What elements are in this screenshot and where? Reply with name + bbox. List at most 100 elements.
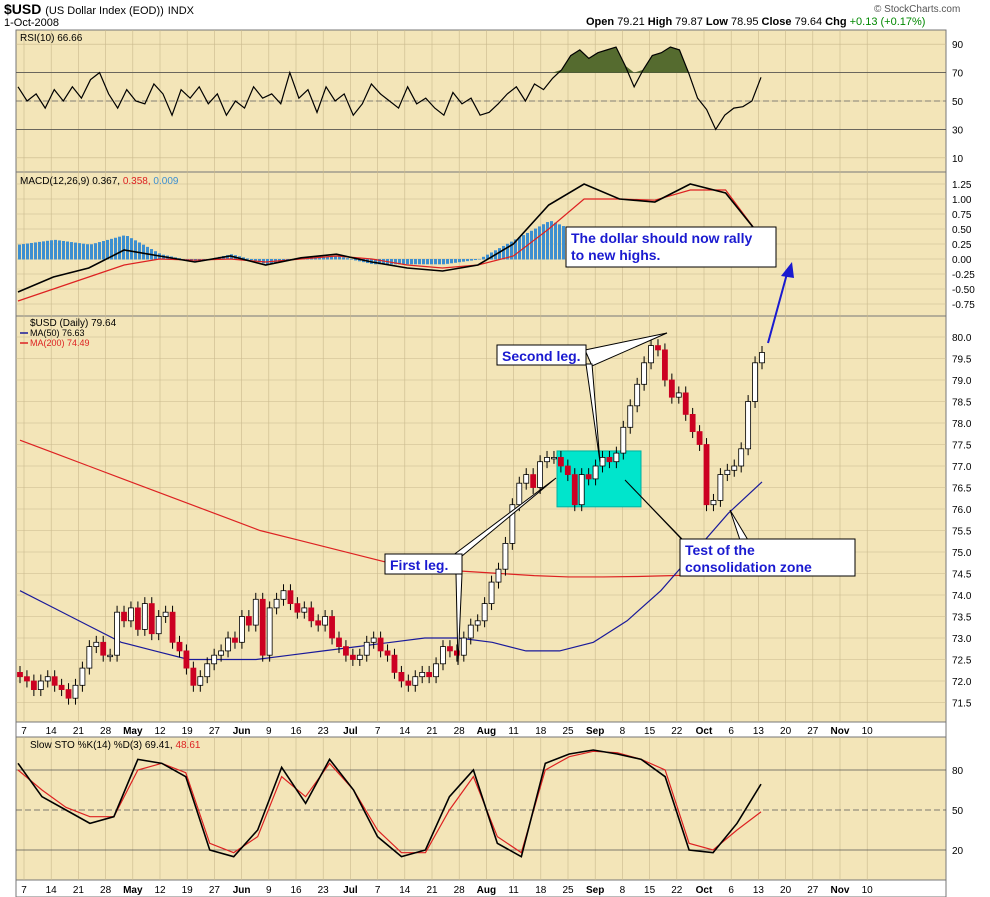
x-tick-label: 19 [182,726,194,737]
x-tick-label: Jul [343,885,358,896]
x-tick-label: 14 [399,726,411,737]
price-candle [578,474,585,506]
test-zone-text: Test of the [685,542,755,558]
price-candle [93,641,100,647]
price-candle [696,431,703,445]
macd-hist-bar [350,259,353,260]
x-tick-label: 15 [644,885,656,896]
macd-tick: -0.25 [952,270,975,281]
macd-hist-bar [78,243,81,260]
price-candle [24,676,30,682]
panel-price [15,315,947,723]
price-tick: 79.5 [952,355,972,366]
price-candle [183,650,190,669]
price-candle [745,401,752,450]
price-candle [467,624,474,639]
x-tick-label: 15 [644,726,656,737]
price-tick: 74.0 [952,591,972,602]
price-candle [474,620,481,626]
chart-svg: 7 7 14 14 21 21 28 28 May May 12 12 19 19 27 27 Jun Jun 9 9… [15,29,975,897]
macd-hist-bar [478,258,481,260]
macd-hist-bar [470,259,473,261]
price-candle [58,684,65,690]
price-candle [481,603,488,622]
macd-tick: -0.75 [952,300,975,311]
macd-hist-bar [98,242,101,260]
price-candle [315,620,322,626]
price-candle [447,646,453,652]
price-candle [440,646,446,665]
x-tick-label: 23 [318,726,330,737]
macd-hist-bar [114,237,117,260]
macd-hist-bar [94,243,97,260]
price-candle [370,637,377,643]
x-tick-label: Jun [233,726,251,737]
price-candle [634,383,641,407]
price-candle [51,676,58,686]
price-candle [460,637,467,656]
x-tick-label: 10 [862,885,874,896]
macd-hist-bar [122,235,125,260]
price-candle [648,345,654,364]
price-candle [752,362,758,402]
macd-hist-bar [138,242,141,260]
x-tick-label: 12 [154,726,166,737]
price-candle [599,456,606,467]
price-candle [204,663,211,678]
x-tick-label: 12 [154,885,166,896]
price-candle [731,465,738,471]
price-candle [266,607,273,656]
macd-hist-bar [414,259,417,265]
macd-hist-bar [454,259,457,263]
price-tick: 71.5 [952,699,972,710]
price-candle [391,654,398,673]
macd-hist-bar [418,259,421,265]
macd-hist-bar [134,240,137,260]
x-tick-label: 28 [100,885,112,896]
price-candle [239,616,245,643]
x-tick-label: 27 [209,726,221,737]
macd-hist-bar [130,238,133,260]
x-tick-label: 14 [46,885,58,896]
rsi-tick: 70 [952,69,964,80]
x-tick-label: 21 [426,885,438,896]
price-candle [530,474,537,488]
rsi-tick: 10 [952,154,964,165]
x-tick-label: 20 [780,885,792,896]
macd-hist-bar [54,239,57,260]
consolidation-box [556,450,642,508]
ma200-label: MA(200) 74.49 [30,338,90,348]
macd-hist-bar [42,241,45,260]
x-tick-label: Nov [831,885,850,896]
macd-hist-bar [542,224,545,260]
price-candle [44,676,51,682]
x-tick-label: 21 [426,726,438,737]
price-candle [384,650,391,656]
price-tick: 78.0 [952,419,972,430]
macd-hist-bar [438,259,441,265]
x-tick-label: 10 [862,726,874,737]
macd-hist-bar [62,240,65,260]
price-candle [287,590,294,605]
price-tick: 80.0 [952,333,972,344]
macd-hist-bar [430,259,433,265]
macd-hist-bar [554,222,557,260]
macd-hist-bar [74,242,77,260]
price-tick: 76.5 [952,484,972,495]
price-candle [675,392,682,398]
price-candle [190,667,197,686]
macd-hist-bar [18,244,21,260]
price-candle [717,474,724,501]
price-candle [655,345,661,351]
price-candle [322,616,329,626]
price-candle [211,654,218,665]
price-candle [114,611,120,656]
x-tick-label: 28 [454,885,466,896]
x-tick-label: 8 [620,726,626,737]
price-candle [724,469,731,475]
price-candle [613,452,620,463]
price-candle [86,646,93,669]
x-tick-label: 28 [454,726,466,737]
x-tick-label: Sep [586,885,604,896]
macd-hist-bar [562,226,565,260]
